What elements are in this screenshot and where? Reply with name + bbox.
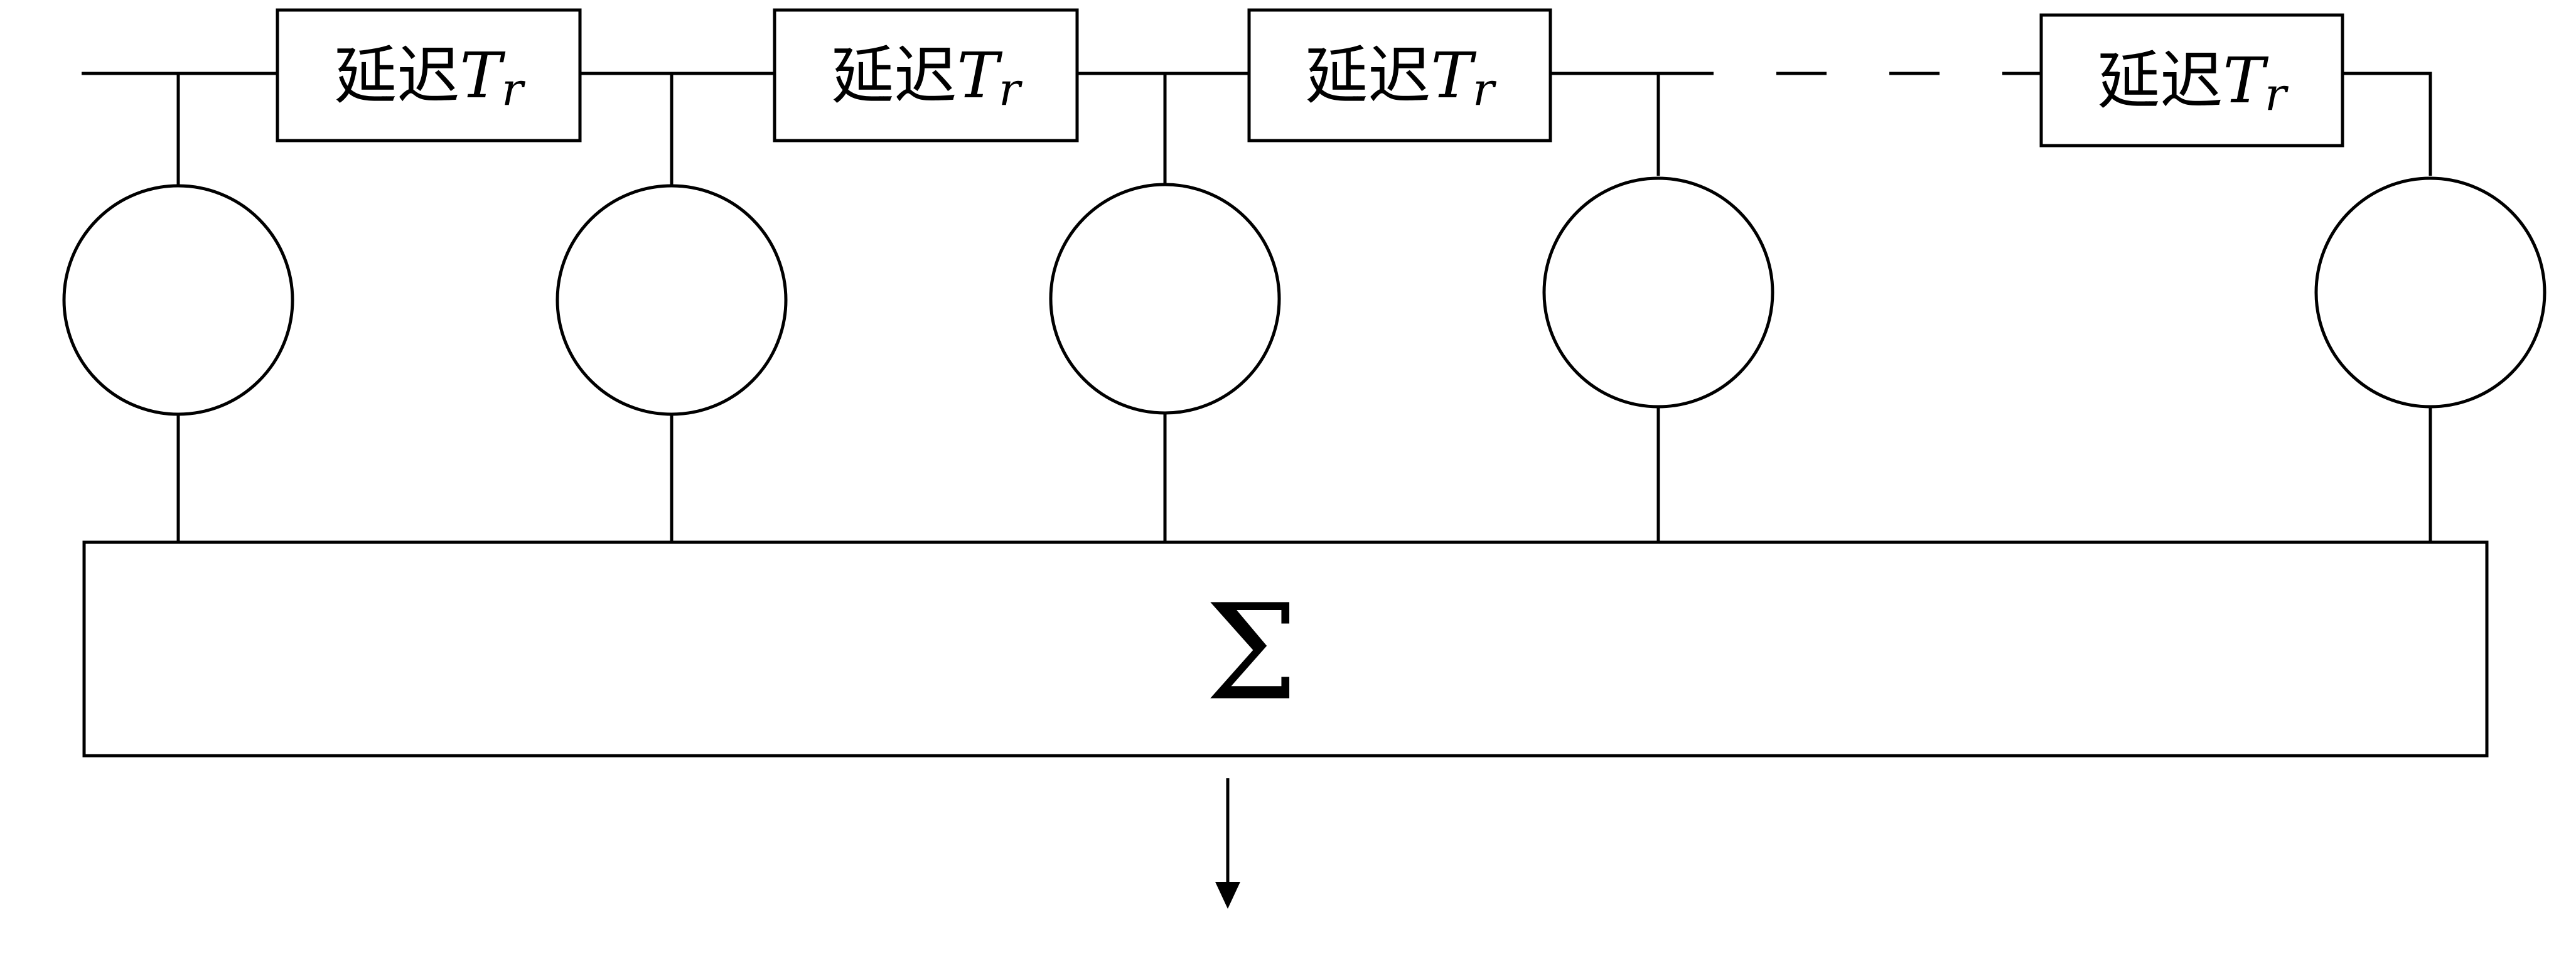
delay-block-3: 延迟Tr [1247,8,1552,142]
delay-block-2: 延迟Tr [773,8,1079,142]
tap-circle-5 [2314,176,2546,409]
svg-text:延迟Tr: 延迟Tr [2097,44,2289,121]
svg-text:延迟Tr: 延迟Tr [1305,39,1496,116]
tap-circle-1 [62,184,294,416]
delay-block-1: 延迟Tr [276,8,582,142]
tapped-delay-line-diagram: 延迟Tr 延迟Tr 延迟Tr 延迟Tr Σ [62,8,2546,909]
tap-circle-2 [555,184,788,416]
tap-circle-3 [1049,183,1281,415]
svg-text:延迟Tr: 延迟Tr [334,39,525,116]
tap-circle-4 [1542,176,1774,409]
svg-text:延迟Tr: 延迟Tr [831,39,1022,116]
signal-line-end [2343,72,2432,176]
delay-block-4: 延迟Tr [2039,13,2344,147]
summation-block: Σ [82,540,2489,758]
summation-symbol: Σ [1205,576,1298,730]
output-arrow [1215,778,1240,909]
